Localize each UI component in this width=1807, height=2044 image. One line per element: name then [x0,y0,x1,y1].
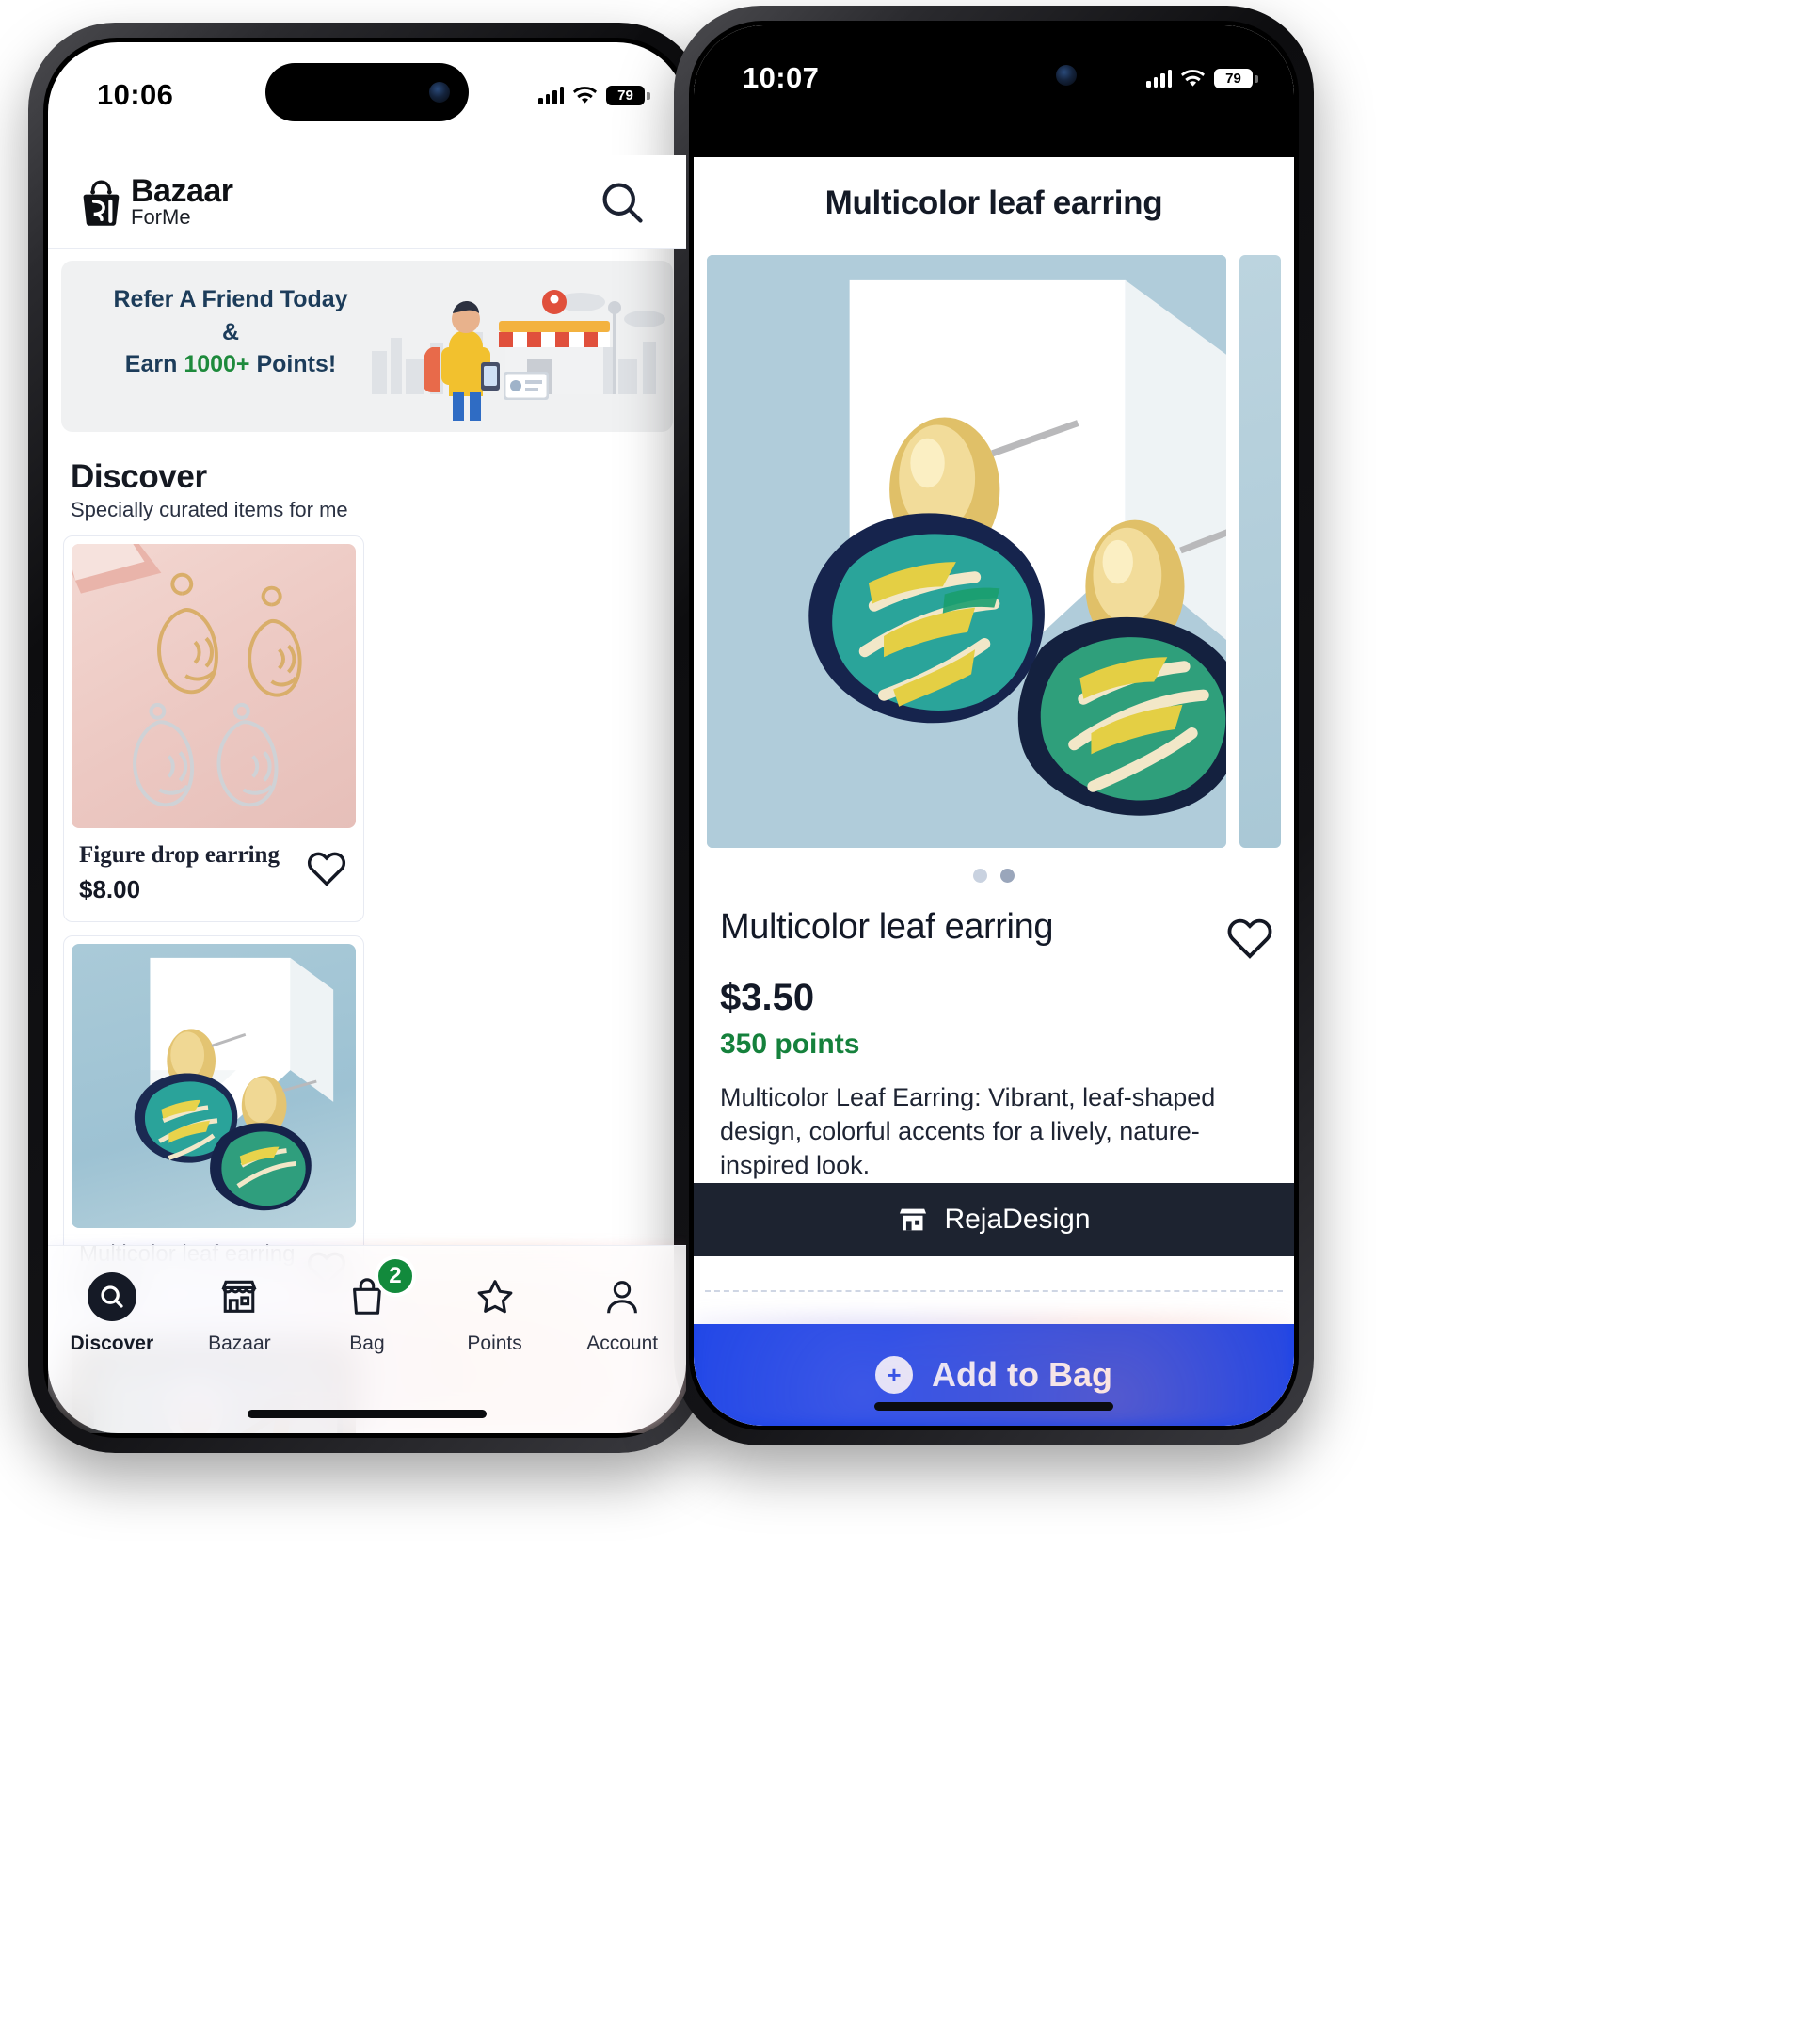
home-indicator [248,1410,487,1418]
product-gallery[interactable] [707,255,1281,848]
app-header: Bazaar ForMe [48,155,686,249]
nav-label: Bazaar [208,1333,271,1354]
page-title: Discover [71,458,207,495]
logo-line-2: ForMe [131,204,191,229]
product-name: Figure drop earring [79,842,280,868]
phone-left-screen: 10:06 79 Bazaar ForMe Refer A Friend Tod… [48,42,686,1433]
phone-right-bezel: 10:07 79 Multicolor leaf earring Multico… [689,21,1299,1430]
nav-label: Account [586,1333,659,1354]
product-card-info: Figure drop earring $8.00 [79,841,280,904]
product-detail-price: $3.50 [720,977,815,1018]
phone-right: 10:07 79 Multicolor leaf earring Multico… [674,6,1314,1445]
nav-item-discover[interactable]: Discover [48,1272,176,1355]
gallery-next-image-peek[interactable] [1239,255,1281,848]
product-title-row: Multicolor leaf earring [720,907,1272,959]
product-card[interactable]: Figure drop earring $8.00 [63,535,364,922]
shop-name: RejaDesign [944,1204,1091,1235]
product-price: $8.00 [79,875,141,903]
person-icon [598,1272,647,1321]
dynamic-island-right [892,46,1095,104]
home-indicator [874,1402,1113,1411]
bottom-navigation: Discover Bazaar 2 Bag Points Account [48,1245,686,1433]
dynamic-island-left [265,63,469,121]
pager-dot[interactable] [973,869,987,883]
product-actions: RejaDesign + Add to Bag [694,1183,1294,1426]
nav-item-points[interactable]: Points [431,1272,559,1355]
referral-illustration [362,261,673,432]
front-camera-icon [429,82,450,103]
heart-outline-icon[interactable] [1224,913,1272,959]
product-detail-sheet: Multicolor leaf earring Multicolor leaf … [694,157,1294,1426]
logo-line-1: Bazaar [131,173,233,210]
page-subtitle: Specially curated items for me [71,498,348,521]
search-icon[interactable] [596,176,648,229]
front-camera-icon [1056,65,1077,86]
product-description: Multicolor Leaf Earring: Vibrant, leaf-s… [720,1083,1216,1179]
pager-dot-active[interactable] [1000,869,1015,883]
nav-label: Bag [349,1333,385,1354]
phone-right-screen: 10:07 79 Multicolor leaf earring Multico… [694,25,1294,1426]
app-logo-text: Bazaar ForMe [131,173,233,229]
nav-item-bazaar[interactable]: Bazaar [176,1272,304,1355]
product-image-multicolor-leaf-earring [72,944,356,1228]
referral-line-2: & [221,318,240,345]
divider-dashed [705,1290,1283,1292]
screenshot-stage: 10:06 79 Bazaar ForMe Refer A Friend Tod… [0,0,1807,2044]
bag-count-badge: 2 [374,1255,416,1297]
bazaar-bag-logo-icon [80,178,123,227]
discover-section-header: Discover Specially curated items for me [48,432,686,522]
referral-points-highlight: 1000+ [184,351,250,377]
plus-circle-icon: + [875,1356,913,1394]
search-icon [87,1272,136,1321]
nav-item-account[interactable]: Account [558,1272,686,1355]
product-image-figure-drop-earring [72,544,356,828]
product-detail-points: 350 points [720,1029,860,1060]
referral-banner-text: Refer A Friend Today & Earn 1000+ Points… [80,285,381,379]
add-to-bag-label: Add to Bag [932,1355,1112,1394]
referral-line-1: Refer A Friend Today [113,286,348,312]
phone-left: 10:06 79 Bazaar ForMe Refer A Friend Tod… [28,23,706,1453]
referral-line-3: Earn 1000+ Points! [124,351,337,377]
app-logo: Bazaar ForMe [80,173,233,229]
referral-banner[interactable]: Refer A Friend Today & Earn 1000+ Points… [61,261,673,432]
nav-item-bag[interactable]: 2 Bag [303,1255,431,1355]
bazaar-app-discover: Bazaar ForMe Refer A Friend Today & Earn… [48,42,686,1433]
sheet-title: Multicolor leaf earring [824,184,1163,221]
product-info: Multicolor leaf earring $3.50 350 points… [694,883,1294,1183]
heart-outline-icon[interactable] [305,847,348,890]
phone-left-bezel: 10:06 79 Bazaar ForMe Refer A Friend Tod… [43,38,691,1438]
gallery-pagination [694,848,1294,883]
product-hero-image [707,255,1226,848]
storefront-icon [897,1204,929,1236]
storefront-icon [215,1272,264,1321]
product-detail-screen: 10:07 79 Multicolor leaf earring Multico… [694,25,1294,1426]
product-detail-name: Multicolor leaf earring [720,907,1054,947]
shop-button[interactable]: RejaDesign [694,1183,1294,1256]
nav-label: Points [467,1333,522,1354]
star-icon [471,1272,520,1321]
nav-label: Discover [70,1333,154,1354]
product-card-footer: Figure drop earring $8.00 [64,836,363,921]
